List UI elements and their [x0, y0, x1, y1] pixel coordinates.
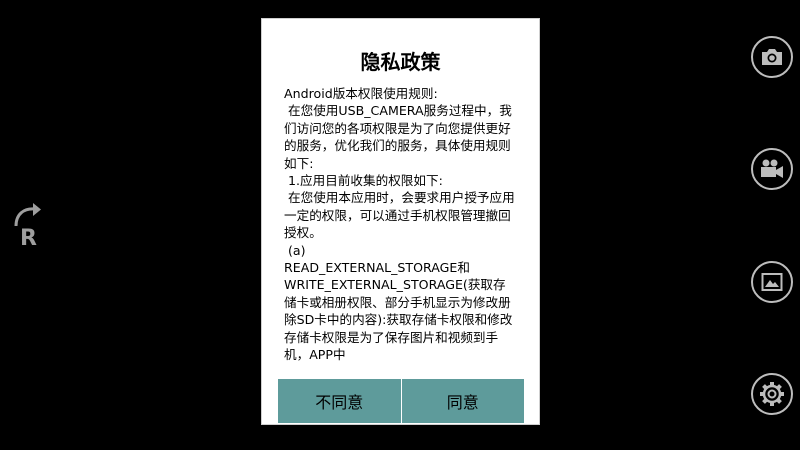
privacy-policy-dialog: 隐私政策 Android版本权限使用规则: 在您使用USB_CAMERA服务过程…: [261, 18, 540, 425]
agree-button[interactable]: 同意: [401, 379, 524, 423]
video-button[interactable]: [751, 148, 793, 190]
photo-button[interactable]: [751, 36, 793, 78]
gallery-button[interactable]: [751, 261, 793, 303]
policy-body-text: Android版本权限使用规则: 在您使用USB_CAMERA服务过程中，我们访…: [284, 86, 515, 363]
rotate-icon: R: [14, 203, 41, 250]
dialog-button-bar: 不同意 同意: [278, 379, 524, 423]
disagree-button[interactable]: 不同意: [278, 379, 402, 423]
image-icon: [761, 273, 783, 291]
rotate-button[interactable]: R: [8, 200, 48, 250]
settings-button[interactable]: [751, 373, 793, 415]
policy-text-scroll[interactable]: Android版本权限使用规则: 在您使用USB_CAMERA服务过程中，我们访…: [284, 85, 517, 378]
gear-icon: [760, 382, 784, 406]
dialog-title: 隐私政策: [360, 50, 441, 74]
rotate-letter: R: [20, 226, 37, 250]
camera-screen: R 隐私政策 Android版本权限使用规则: 在您使用USB_CAMERA服务…: [0, 0, 800, 450]
video-camera-icon: [761, 159, 783, 178]
camera-icon: [762, 49, 782, 65]
